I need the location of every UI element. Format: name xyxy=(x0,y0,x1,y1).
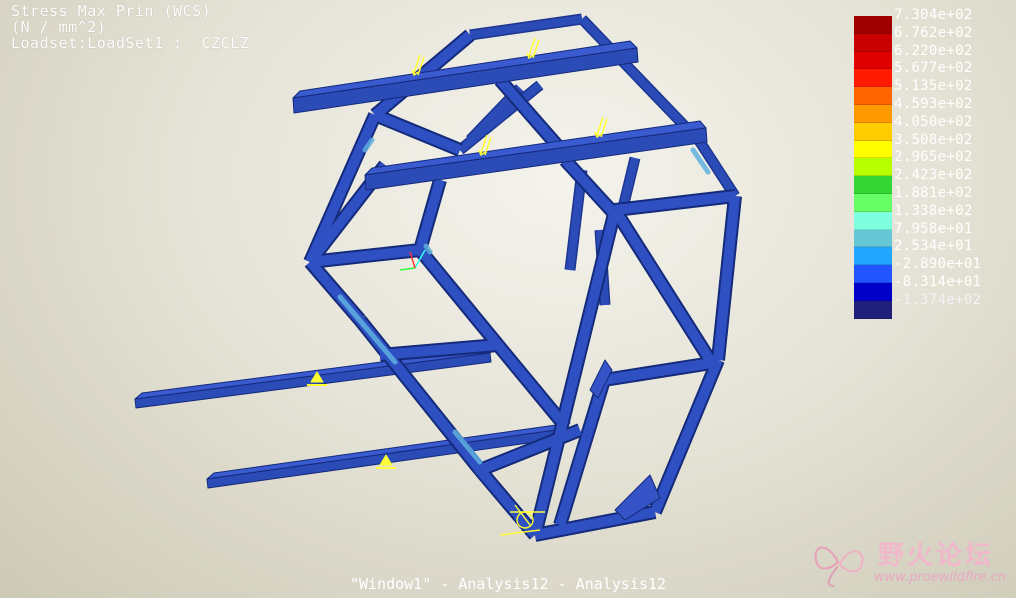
legend-swatch xyxy=(854,33,892,52)
legend-swatch xyxy=(854,140,892,159)
legend-value: 2.534e+01 xyxy=(894,238,973,255)
stress-legend: 7.304e+02 6.762e+02 6.220e+02 5.677e+02 5.13… xyxy=(854,8,1004,319)
legend-value: 6.762e+02 xyxy=(894,24,973,41)
legend-swatch xyxy=(854,211,892,230)
legend-swatch xyxy=(854,16,892,34)
legend-value: 5.135e+02 xyxy=(894,78,973,95)
legend-swatch xyxy=(854,265,892,283)
legend-swatch xyxy=(854,104,892,123)
legend-value: 6.220e+02 xyxy=(894,42,973,59)
legend-value: -8.314e+01 xyxy=(894,273,982,290)
frame-model xyxy=(134,13,742,542)
legend-value: 1.338e+02 xyxy=(894,202,973,219)
watermark-title: 野火论坛 xyxy=(878,541,995,571)
legend-swatch xyxy=(854,193,892,212)
legend-value: 2.423e+02 xyxy=(894,167,973,184)
legend-swatch xyxy=(854,122,892,141)
watermark-logo-icon xyxy=(814,546,864,587)
top-beam-upper xyxy=(292,40,639,114)
legend-value: 2.965e+02 xyxy=(894,149,973,166)
legend-entry: -1.374e+02 xyxy=(854,293,1004,319)
legend-swatch xyxy=(854,282,892,301)
legend-value: -1.374e+02 xyxy=(894,291,982,308)
legend-value: -2.890e+01 xyxy=(894,256,982,273)
watermark-url: www.proewildfire.cn xyxy=(874,570,1007,585)
legend-value: 1.881e+02 xyxy=(894,184,973,201)
watermark: 野火论坛 www.proewildfire.cn xyxy=(808,532,1014,592)
legend-value: 3.508e+02 xyxy=(894,131,973,148)
legend-value: 5.677e+02 xyxy=(894,60,973,77)
legend-value: 7.958e+01 xyxy=(894,220,973,237)
legend-swatch xyxy=(854,300,892,319)
legend-value: 4.593e+02 xyxy=(894,95,973,112)
legend-swatch xyxy=(854,229,892,248)
legend-swatch xyxy=(854,247,892,266)
legend-value: 4.050e+02 xyxy=(894,113,973,130)
legend-swatch xyxy=(854,51,892,70)
legend-swatch xyxy=(854,87,892,105)
legend-value: 7.304e+02 xyxy=(894,7,973,23)
legend-swatch xyxy=(854,176,892,194)
legend-swatch xyxy=(854,69,892,88)
legend-swatch xyxy=(854,158,892,177)
